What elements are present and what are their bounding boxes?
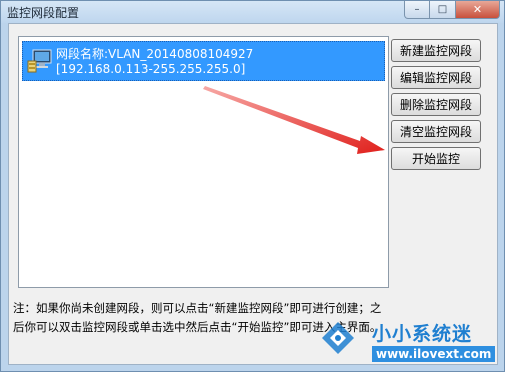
minimize-button[interactable]: – bbox=[404, 1, 430, 19]
new-segment-button[interactable]: 新建监控网段 bbox=[391, 39, 481, 62]
maximize-button[interactable]: □ bbox=[430, 1, 456, 19]
window-controls: – □ ✕ bbox=[404, 1, 500, 19]
list-item[interactable]: 网段名称:VLAN_20140808104927 [192.168.0.113-… bbox=[22, 41, 385, 81]
network-computer-icon bbox=[27, 49, 52, 73]
edit-segment-button[interactable]: 编辑监控网段 bbox=[391, 66, 481, 89]
segment-range: [192.168.0.113-255.255.255.0] bbox=[56, 62, 246, 76]
window-title: 监控网段配置 bbox=[7, 6, 80, 20]
watermark-url: www.ilovext.com bbox=[372, 346, 496, 362]
title-bar[interactable]: 监控网段配置 – □ ✕ bbox=[1, 1, 504, 23]
dialog-body: 网段名称:VLAN_20140808104927 [192.168.0.113-… bbox=[8, 23, 498, 365]
config-window: 监控网段配置 – □ ✕ 网段名称:VLAN_20140808104927 [1… bbox=[0, 0, 505, 372]
delete-segment-button[interactable]: 删除监控网段 bbox=[391, 93, 481, 116]
clear-segment-button[interactable]: 清空监控网段 bbox=[391, 120, 481, 143]
watermark-title: 小小系统迷 bbox=[372, 323, 473, 345]
segment-list[interactable]: 网段名称:VLAN_20140808104927 [192.168.0.113-… bbox=[18, 36, 389, 288]
close-button[interactable]: ✕ bbox=[456, 1, 500, 19]
segment-name: 网段名称:VLAN_20140808104927 bbox=[56, 47, 254, 61]
watermark-logo-icon bbox=[322, 322, 354, 354]
start-monitor-button[interactable]: 开始监控 bbox=[391, 147, 481, 170]
